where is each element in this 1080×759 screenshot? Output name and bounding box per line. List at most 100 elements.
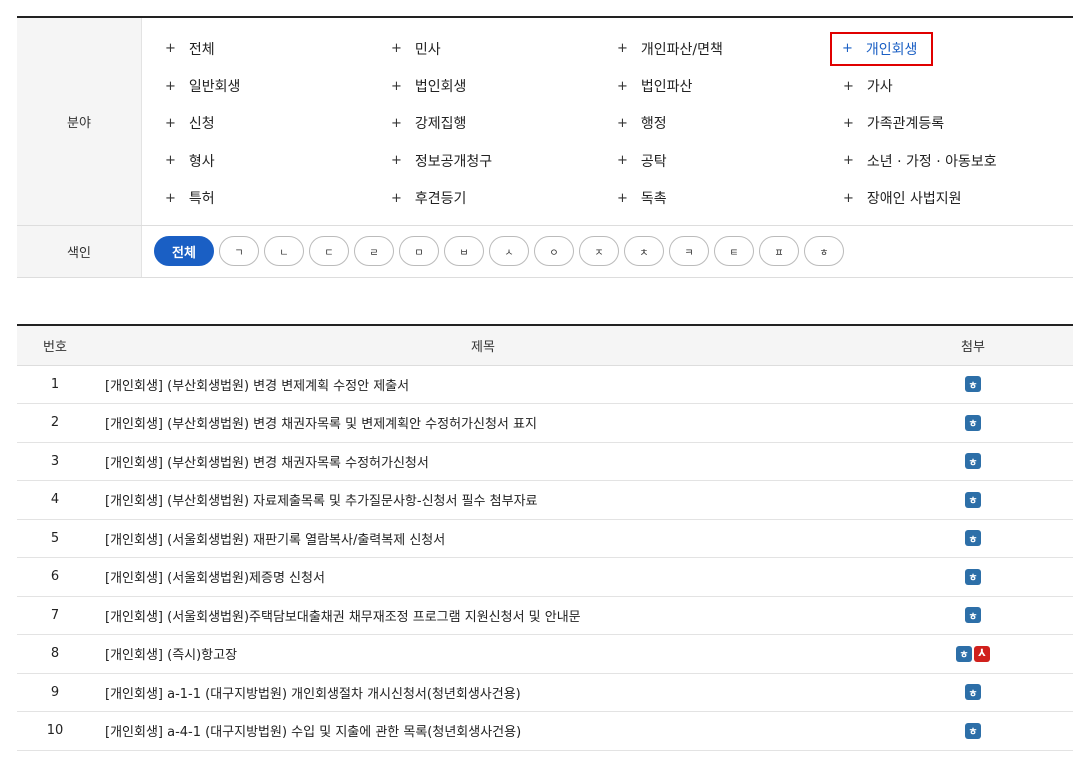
row-attachment-cell: ㅎ ⅄	[873, 634, 1073, 674]
document-title-link[interactable]: [개인회생] (부산회생법원) 자료제출목록 및 추가질문사항-신청서 필수 첨…	[105, 494, 538, 509]
index-chip[interactable]: ㅁ	[399, 236, 439, 267]
hwp-file-icon[interactable]: ㅎ	[965, 568, 981, 585]
index-chip[interactable]: ㅇ	[534, 236, 574, 267]
document-title-link[interactable]: [개인회생] (서울회생법원)주택담보대출채권 채무재조정 프로그램 지원신청서…	[105, 610, 581, 625]
plus-icon: +	[391, 78, 402, 94]
category-item[interactable]: + 개인회생	[830, 30, 1072, 67]
category-item[interactable]: + 소년 · 가정 · 아동보호	[832, 142, 1072, 179]
document-title-link[interactable]: [개인회생] (부산회생법원) 변경 채권자목록 수정허가신청서	[105, 456, 429, 471]
plus-icon: +	[843, 153, 854, 169]
index-chip[interactable]: ㅋ	[669, 236, 709, 267]
index-chip[interactable]: ㅍ	[759, 236, 799, 267]
category-filter: 분야 + 전체 + 민사 + 개인파산/면책 + 개인회생 + 일반회생 + 법인회생 + 법인파산 + 가사…	[17, 16, 1073, 278]
category-item[interactable]: + 가사	[832, 67, 1072, 104]
index-label: 색인	[17, 225, 142, 277]
plus-icon: +	[165, 115, 176, 131]
category-item[interactable]: + 특허	[154, 180, 380, 217]
category-label-text: 가사	[866, 79, 893, 96]
category-label-text: 가족관계등록	[866, 116, 945, 133]
row-attachment-cell: ㅎ	[873, 557, 1073, 597]
category-label-text: 신청	[188, 116, 215, 133]
table-row: 4 [개인회생] (부산회생법원) 자료제출목록 및 추가질문사항-신청서 필수 …	[17, 480, 1073, 520]
category-label-text: 일반회생	[188, 79, 241, 96]
document-title-link[interactable]: [개인회생] (부산회생법원) 변경 변제계획 수정안 제출서	[105, 379, 409, 394]
row-number: 3	[17, 442, 93, 481]
category-item[interactable]: + 형사	[154, 142, 380, 179]
plus-icon: +	[843, 78, 854, 94]
hwp-file-icon[interactable]: ㅎ	[965, 722, 981, 739]
hwp-file-icon[interactable]: ㅎ	[965, 453, 981, 470]
pdf-file-icon[interactable]: ⅄	[974, 645, 990, 662]
index-chip[interactable]: ㅂ	[444, 236, 484, 267]
hwp-file-icon[interactable]: ㅎ	[965, 530, 981, 547]
category-item[interactable]: + 후견등기	[380, 180, 606, 217]
index-chip[interactable]: ㄹ	[354, 236, 394, 267]
category-grid: + 전체 + 민사 + 개인파산/면책 + 개인회생 + 일반회생 + 법인회생 + 법인파산 + 가사 + 신청…	[142, 18, 1073, 225]
category-item[interactable]: + 강제집행	[380, 105, 606, 142]
table-row: 5 [개인회생] (서울회생법원) 재판기록 열람복사/출력복제 신청서 ㅎ	[17, 519, 1073, 558]
row-title-cell: [개인회생] (부산회생법원) 변경 채권자목록 수정허가신청서	[93, 442, 873, 481]
index-chip[interactable]: ㄱ	[219, 236, 259, 267]
row-title-cell: [개인회생] (부산회생법원) 변경 변제계획 수정안 제출서	[93, 365, 873, 404]
document-title-link[interactable]: [개인회생] (부산회생법원) 변경 채권자목록 및 변제계획안 수정허가신청서…	[105, 417, 537, 432]
table-row: 8 [개인회생] (즉시)항고장 ㅎ ⅄	[17, 634, 1073, 674]
index-chip[interactable]: ㅊ	[624, 236, 664, 267]
category-item[interactable]: + 공탁	[606, 142, 832, 179]
index-chip[interactable]: 전체	[154, 236, 214, 267]
plus-icon: +	[617, 115, 628, 131]
category-label-text: 민사	[414, 41, 441, 58]
table-header-row: 번호 제목 첨부	[17, 326, 1073, 366]
category-item[interactable]: + 행정	[606, 105, 832, 142]
document-title-link[interactable]: [개인회생] (서울회생법원) 재판기록 열람복사/출력복제 신청서	[105, 533, 445, 548]
row-number: 9	[17, 673, 93, 712]
document-table: 번호 제목 첨부 1 [개인회생] (부산회생법원) 변경 변제계획 수정안 제출…	[17, 326, 1073, 751]
row-number: 6	[17, 557, 93, 597]
hwp-file-icon[interactable]: ㅎ	[965, 376, 981, 393]
document-title-link[interactable]: [개인회생] (즉시)항고장	[105, 648, 237, 663]
document-title-link[interactable]: [개인회생] a-1-1 (대구지방법원) 개인회생절차 개시신청서(청년회생사…	[105, 687, 521, 702]
hwp-file-icon[interactable]: ㅎ	[956, 645, 972, 662]
category-item[interactable]: + 민사	[380, 30, 606, 67]
category-item[interactable]: + 일반회생	[154, 67, 380, 104]
document-title-link[interactable]: [개인회생] (서울회생법원)제증명 신청서	[105, 571, 325, 586]
index-chip[interactable]: ㅈ	[579, 236, 619, 267]
index-chip[interactable]: ㅅ	[489, 236, 529, 267]
category-item[interactable]: + 전체	[154, 30, 380, 67]
index-chip[interactable]: ㅌ	[714, 236, 754, 267]
index-chip[interactable]: ㄷ	[309, 236, 349, 267]
row-title-cell: [개인회생] (부산회생법원) 변경 채권자목록 및 변제계획안 수정허가신청서…	[93, 403, 873, 443]
category-item[interactable]: + 법인파산	[606, 67, 832, 104]
category-item[interactable]: + 개인파산/면책	[606, 30, 832, 67]
document-list: 번호 제목 첨부 1 [개인회생] (부산회생법원) 변경 변제계획 수정안 제출…	[17, 324, 1073, 751]
category-item[interactable]: + 독촉	[606, 180, 832, 217]
plus-icon: +	[843, 115, 854, 131]
category-item[interactable]: + 법인회생	[380, 67, 606, 104]
hwp-file-icon[interactable]: ㅎ	[965, 684, 981, 701]
plus-icon: +	[617, 41, 628, 57]
table-row: 10 [개인회생] a-4-1 (대구지방법원) 수입 및 지출에 관한 목록(청…	[17, 711, 1073, 751]
row-number: 2	[17, 403, 93, 443]
category-item[interactable]: + 가족관계등록	[832, 105, 1072, 142]
plus-icon: +	[165, 190, 176, 206]
category-row: 분야 + 전체 + 민사 + 개인파산/면책 + 개인회생 + 일반회생 + 법인회생 + 법인파산 + 가사…	[17, 18, 1073, 226]
hwp-file-icon[interactable]: ㅎ	[965, 414, 981, 431]
category-label-text: 장애인 사법지원	[866, 191, 962, 208]
plus-icon: +	[165, 78, 176, 94]
row-attachment-cell: ㅎ	[873, 596, 1073, 635]
table-row: 1 [개인회생] (부산회생법원) 변경 변제계획 수정안 제출서 ㅎ	[17, 365, 1073, 404]
plus-icon: +	[391, 153, 402, 169]
category-item[interactable]: + 장애인 사법지원	[832, 180, 1072, 217]
index-chip[interactable]: ㄴ	[264, 236, 304, 267]
row-attachment-cell: ㅎ	[873, 365, 1073, 404]
category-label-text: 개인회생	[865, 41, 918, 58]
document-title-link[interactable]: [개인회생] a-4-1 (대구지방법원) 수입 및 지출에 관한 목록(청년회…	[105, 725, 521, 740]
hwp-file-icon[interactable]: ㅎ	[965, 491, 981, 508]
index-chip[interactable]: ㅎ	[804, 236, 844, 267]
category-label-text: 법인회생	[414, 79, 467, 96]
row-title-cell: [개인회생] (부산회생법원) 자료제출목록 및 추가질문사항-신청서 필수 첨…	[93, 480, 873, 520]
category-item[interactable]: + 신청	[154, 105, 380, 142]
category-item[interactable]: + 정보공개청구	[380, 142, 606, 179]
plus-icon: +	[842, 41, 853, 57]
hwp-file-icon[interactable]: ㅎ	[965, 607, 981, 624]
table-row: 7 [개인회생] (서울회생법원)주택담보대출채권 채무재조정 프로그램 지원신청…	[17, 596, 1073, 635]
